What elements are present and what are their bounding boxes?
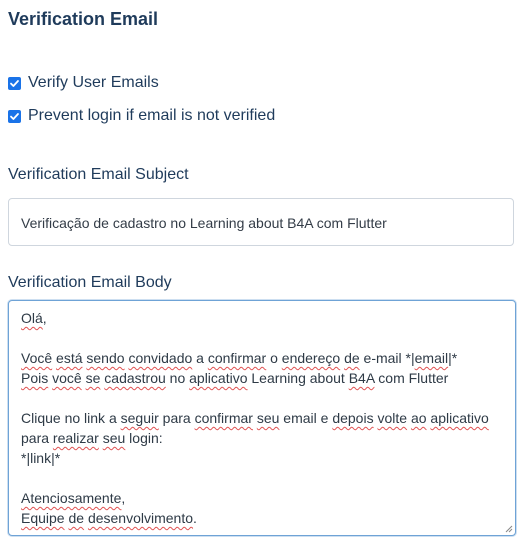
spellcheck-word: Olá bbox=[21, 310, 43, 326]
body-text-segment: . bbox=[193, 510, 197, 526]
body-text-segment: , bbox=[42, 310, 47, 326]
spellcheck-word: está bbox=[56, 350, 83, 366]
body-text-segment: Learning about bbox=[247, 370, 349, 386]
body-text-segment: a bbox=[192, 350, 208, 366]
body-text-segment: o bbox=[266, 350, 282, 366]
verify-user-emails-option[interactable]: Verify User Emails bbox=[8, 74, 159, 92]
spellcheck-word: seu bbox=[256, 410, 280, 426]
spellcheck-word: de bbox=[344, 350, 360, 366]
body-text-segment: e-mail *| bbox=[359, 350, 415, 366]
body-line: para realizar seu login: bbox=[21, 428, 503, 448]
spellcheck-word: email bbox=[414, 350, 449, 366]
body-line: Equipe de desenvolvimento. bbox=[21, 508, 503, 528]
body-line: Olá, bbox=[21, 308, 503, 328]
spellcheck-word: se bbox=[85, 370, 101, 386]
body-line: Pois você se cadastrou no aplicativo Lea… bbox=[21, 368, 503, 388]
spellcheck-word: confirmar bbox=[207, 350, 267, 366]
spellcheck-word: sendo bbox=[86, 350, 125, 366]
body-text-segment: login: bbox=[125, 430, 163, 446]
body-text: Olá, Você está sendo convidado a confirma… bbox=[21, 308, 503, 528]
body-text-segment: para bbox=[158, 410, 195, 426]
spellcheck-word: B4A bbox=[348, 370, 375, 386]
spellcheck-word: desenvolvimento bbox=[87, 510, 194, 526]
body-line: Atenciosamente, bbox=[21, 488, 503, 508]
body-text-segment: email e bbox=[279, 410, 333, 426]
prevent-login-option[interactable]: Prevent login if email is not verified bbox=[8, 107, 275, 125]
spellcheck-word: convidado bbox=[128, 350, 193, 366]
checkmark-icon bbox=[10, 112, 19, 120]
spellcheck-word: endereço bbox=[281, 350, 341, 366]
checkmark-icon bbox=[10, 79, 19, 87]
spellcheck-word: seu bbox=[102, 430, 126, 446]
spellcheck-word: Você bbox=[21, 350, 53, 366]
spellcheck-word: cadastrou bbox=[104, 370, 166, 386]
spellcheck-word: de bbox=[68, 510, 85, 526]
spellcheck-word: aplicativo bbox=[430, 410, 489, 426]
spellcheck-word: Pois bbox=[21, 370, 49, 386]
spellcheck-word: confirmar bbox=[194, 410, 253, 426]
body-line: *|link|* bbox=[21, 448, 503, 468]
body-text-segment: Clique no link a bbox=[21, 410, 121, 426]
spellcheck-word: seguir bbox=[120, 410, 159, 426]
subject-label: Verification Email Subject bbox=[8, 166, 189, 183]
spellcheck-word: ao bbox=[410, 410, 427, 426]
body-label: Verification Email Body bbox=[8, 274, 172, 291]
body-line: Clique no link a seguir para confirmar s… bbox=[21, 408, 503, 428]
body-text-segment: , bbox=[121, 490, 126, 506]
body-line bbox=[21, 468, 503, 488]
body-text-segment: no bbox=[165, 370, 190, 386]
body-text-segment: para bbox=[21, 430, 53, 446]
body-line bbox=[21, 388, 503, 408]
spellcheck-word: aplicativo bbox=[189, 370, 248, 386]
verify-user-emails-label: Verify User Emails bbox=[28, 74, 159, 91]
body-text-segment: |* bbox=[448, 350, 458, 366]
section-title: Verification Email bbox=[8, 9, 159, 29]
spellcheck-word: realizar bbox=[52, 430, 99, 446]
body-textarea[interactable]: Olá, Você está sendo convidado a confirma… bbox=[8, 300, 516, 536]
spellcheck-word: volte bbox=[377, 410, 408, 426]
subject-input[interactable]: Verificação de cadastro no Learning abou… bbox=[8, 198, 514, 246]
resize-grip-icon[interactable] bbox=[503, 523, 513, 533]
spellcheck-word: você bbox=[52, 370, 82, 386]
prevent-login-label: Prevent login if email is not verified bbox=[28, 107, 276, 124]
body-text-segment: com Flutter bbox=[374, 370, 449, 386]
spellcheck-word: Equipe bbox=[21, 510, 65, 526]
prevent-login-checkbox[interactable] bbox=[8, 109, 21, 123]
body-text-segment: *|link|* bbox=[21, 450, 61, 466]
body-line bbox=[21, 328, 503, 348]
spellcheck-word: Atenciosamente bbox=[21, 490, 122, 506]
verify-user-emails-checkbox[interactable] bbox=[8, 76, 21, 90]
body-line: Você está sendo convidado a confirmar o … bbox=[21, 348, 503, 368]
spellcheck-word: depois bbox=[332, 410, 374, 426]
